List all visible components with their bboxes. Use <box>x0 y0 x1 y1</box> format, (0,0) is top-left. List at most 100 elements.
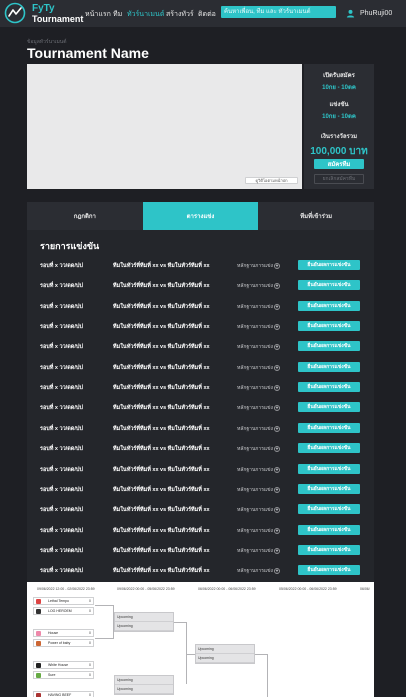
evidence-link[interactable]: หลักฐานการแข่ง <box>237 282 280 290</box>
confirm-result-button[interactable]: ยืนยันผลการแข่งขัน <box>298 422 360 433</box>
match-round: รอบที่ x วว/ดด/ปป <box>40 547 83 554</box>
tab-teams[interactable]: ทีมที่เข้าร่วม <box>258 202 374 230</box>
cancel-application-button[interactable]: ยกเลิกสมัครทีม <box>314 174 364 184</box>
evidence-link[interactable]: หลักฐานการแข่ง <box>237 466 280 474</box>
nav-contact[interactable]: ติดต่อ <box>198 9 216 20</box>
apply-team-button[interactable]: สมัครทีม <box>314 159 364 169</box>
prize-value: 100,000 บาท <box>310 146 368 157</box>
match-row: รอบที่ x วว/ดด/ปป ทีมในทัวร์ที่ทีมที่ xx … <box>40 320 370 332</box>
confirm-result-button[interactable]: ยืนยันผลการแข่งขัน <box>298 402 360 413</box>
confirm-result-button[interactable]: ยืนยันผลการแข่งขัน <box>298 483 360 494</box>
bracket-match[interactable]: Upcoming Upcoming <box>195 644 255 664</box>
bracket-team[interactable]: House 0 <box>33 629 94 637</box>
bracket-match[interactable]: Upcoming Upcoming <box>114 612 174 632</box>
evidence-label: หลักฐานการแข่ง <box>237 324 273 331</box>
confirm-result-button[interactable]: ยืนยันผลการแข่งขัน <box>298 382 360 393</box>
bracket-connector <box>174 622 186 623</box>
match-round: รอบที่ x วว/ดด/ปป <box>40 466 83 473</box>
user-menu[interactable]: PhuRuji00 <box>346 7 392 19</box>
match-round: รอบที่ x วว/ดด/ปป <box>40 344 83 351</box>
confirm-result-button[interactable]: ยืนยันผลการแข่งขัน <box>298 565 360 576</box>
evidence-link[interactable]: หลักฐานการแข่ง <box>237 343 280 351</box>
tournament-tabs: กฎกติกา ตารางแข่ง ทีมที่เข้าร่วม <box>27 202 374 230</box>
bracket-team[interactable]: Lethal Tempo 0 <box>33 597 94 605</box>
evidence-link[interactable]: หลักฐานการแข่ง <box>237 425 280 433</box>
confirm-result-button[interactable]: ยืนยันผลการแข่งขัน <box>298 524 360 535</box>
team-logo-icon <box>36 641 41 646</box>
match-teams: ทีมในทัวร์ที่ทีมที่ xx vs ทีมในทัวร์ทีมท… <box>113 385 210 392</box>
bracket-team[interactable]: HAVING BEEF 0 <box>33 691 94 697</box>
match-teams: ทีมในทัวร์ที่ทีมที่ xx vs ทีมในทัวร์ทีมท… <box>113 446 210 453</box>
evidence-link[interactable]: หลักฐานการแข่ง <box>237 384 280 392</box>
prize-label: เงินรางวัลรวม <box>320 134 358 140</box>
evidence-link[interactable]: หลักฐานการแข่ง <box>237 262 280 270</box>
nav-create-tournament[interactable]: สร้างทัวร์ <box>166 9 194 20</box>
evidence-link[interactable]: หลักฐานการแข่ง <box>237 486 280 494</box>
evidence-label: หลักฐานการแข่ง <box>237 405 273 412</box>
evidence-label: หลักฐานการแข่ง <box>237 568 273 575</box>
logo[interactable]: FyTy Tournament <box>4 2 84 24</box>
upload-icon <box>274 324 280 330</box>
confirm-result-button[interactable]: ยืนยันผลการแข่งขัน <box>298 280 360 291</box>
tournament-info-panel: เปิดรับสมัคร 10กย - 10ตค แข่งขัน 10กย - … <box>304 64 374 189</box>
evidence-link[interactable]: หลักฐานการแข่ง <box>237 364 280 372</box>
bracket-date: 09/06/2022 12:00 - 02/06/2022 23:59 <box>37 587 95 591</box>
match-row: รอบที่ x วว/ดด/ปป ทีมในทัวร์ที่ทีมที่ xx … <box>40 259 370 271</box>
bracket-connector <box>187 654 195 655</box>
evidence-link[interactable]: หลักฐานการแข่ง <box>237 506 280 514</box>
bracket-team[interactable]: LOG HEROEM 0 <box>33 607 94 615</box>
search-input[interactable] <box>221 6 336 18</box>
user-icon <box>346 9 355 18</box>
nav-home[interactable]: หน้าแรก <box>85 9 111 20</box>
team-logo-icon <box>36 663 41 668</box>
match-round: รอบที่ x วว/ดด/ปป <box>40 324 83 331</box>
match-round: รอบที่ x วว/ดด/ปป <box>40 446 83 453</box>
schedule-panel: รายการแข่งขัน รอบที่ x วว/ดด/ปป ทีมในทัวร… <box>27 230 374 582</box>
confirm-result-button[interactable]: ยืนยันผลการแข่งขัน <box>298 504 360 515</box>
evidence-link[interactable]: หลักฐานการแข่ง <box>237 527 280 535</box>
evidence-link[interactable]: หลักฐานการแข่ง <box>237 404 280 412</box>
nav-team[interactable]: ทีม <box>113 9 122 20</box>
confirm-result-button[interactable]: ยืนยันผลการแข่งขัน <box>298 443 360 454</box>
logo-line2: Tournament <box>32 14 84 24</box>
evidence-link[interactable]: หลักฐานการแข่ง <box>237 323 280 331</box>
confirm-result-button[interactable]: ยืนยันผลการแข่งขัน <box>298 300 360 311</box>
tab-schedule[interactable]: ตารางแข่ง <box>142 202 259 230</box>
evidence-link[interactable]: หลักฐานการแข่ง <box>237 567 280 575</box>
match-teams: ทีมในทัวร์ที่ทีมที่ xx vs ทีมในทัวร์ทีมท… <box>113 303 210 310</box>
bracket-match[interactable]: Upcoming Upcoming <box>114 675 174 695</box>
evidence-label: หลักฐานการแข่ง <box>237 283 273 290</box>
watch-video-button[interactable]: ดูวิดีโอตามหน้าปก <box>245 177 298 184</box>
match-round: รอบที่ x วว/ดด/ปป <box>40 486 83 493</box>
match-round: รอบที่ x วว/ดด/ปป <box>40 283 83 290</box>
evidence-link[interactable]: หลักฐานการแข่ง <box>237 445 280 453</box>
confirm-result-button[interactable]: ยืนยันผลการแข่งขัน <box>298 260 360 270</box>
match-round: รอบที่ x วว/ดด/ปป <box>40 263 83 269</box>
bracket-team[interactable]: White House 0 <box>33 661 94 669</box>
tournament-cover-image <box>27 64 302 189</box>
confirm-result-button[interactable]: ยืนยันผลการแข่งขัน <box>298 341 360 352</box>
evidence-link[interactable]: หลักฐานการแข่ง <box>237 303 280 311</box>
match-row: รอบที่ x วว/ดด/ปป ทีมในทัวร์ที่ทีมที่ xx … <box>40 463 370 475</box>
bracket-team[interactable]: Sure 0 <box>33 671 94 679</box>
nav-tournament[interactable]: ทัวร์นาเมนต์ <box>127 9 164 20</box>
confirm-result-button[interactable]: ยืนยันผลการแข่งขัน <box>298 544 360 555</box>
match-teams: ทีมในทัวร์ที่ทีมที่ xx vs ทีมในทัวร์ทีมท… <box>113 283 210 290</box>
match-round: รอบที่ x วว/ดด/ปป <box>40 364 83 371</box>
match-row: รอบที่ x วว/ดด/ปป ทีมในทัวร์ที่ทีมที่ xx … <box>40 524 370 536</box>
bracket-team[interactable]: Power of baby 0 <box>33 639 94 647</box>
match-slot: Upcoming <box>115 685 173 694</box>
team-logo-icon <box>36 599 41 604</box>
upload-icon <box>274 425 280 432</box>
evidence-label: หลักฐานการแข่ง <box>237 507 273 514</box>
tab-rules[interactable]: กฎกติกา <box>27 202 143 230</box>
competition-dates: 10กย - 10ตค <box>322 114 356 120</box>
bracket-connector <box>95 638 113 639</box>
confirm-result-button[interactable]: ยืนยันผลการแข่งขัน <box>298 321 360 332</box>
upload-icon <box>274 385 280 391</box>
evidence-link[interactable]: หลักฐานการแข่ง <box>237 547 280 555</box>
confirm-result-button[interactable]: ยืนยันผลการแข่งขัน <box>298 463 360 474</box>
confirm-result-button[interactable]: ยืนยันผลการแข่งขัน <box>298 361 360 372</box>
upload-icon <box>274 303 280 310</box>
match-round: รอบที่ x วว/ดด/ปป <box>40 527 83 534</box>
